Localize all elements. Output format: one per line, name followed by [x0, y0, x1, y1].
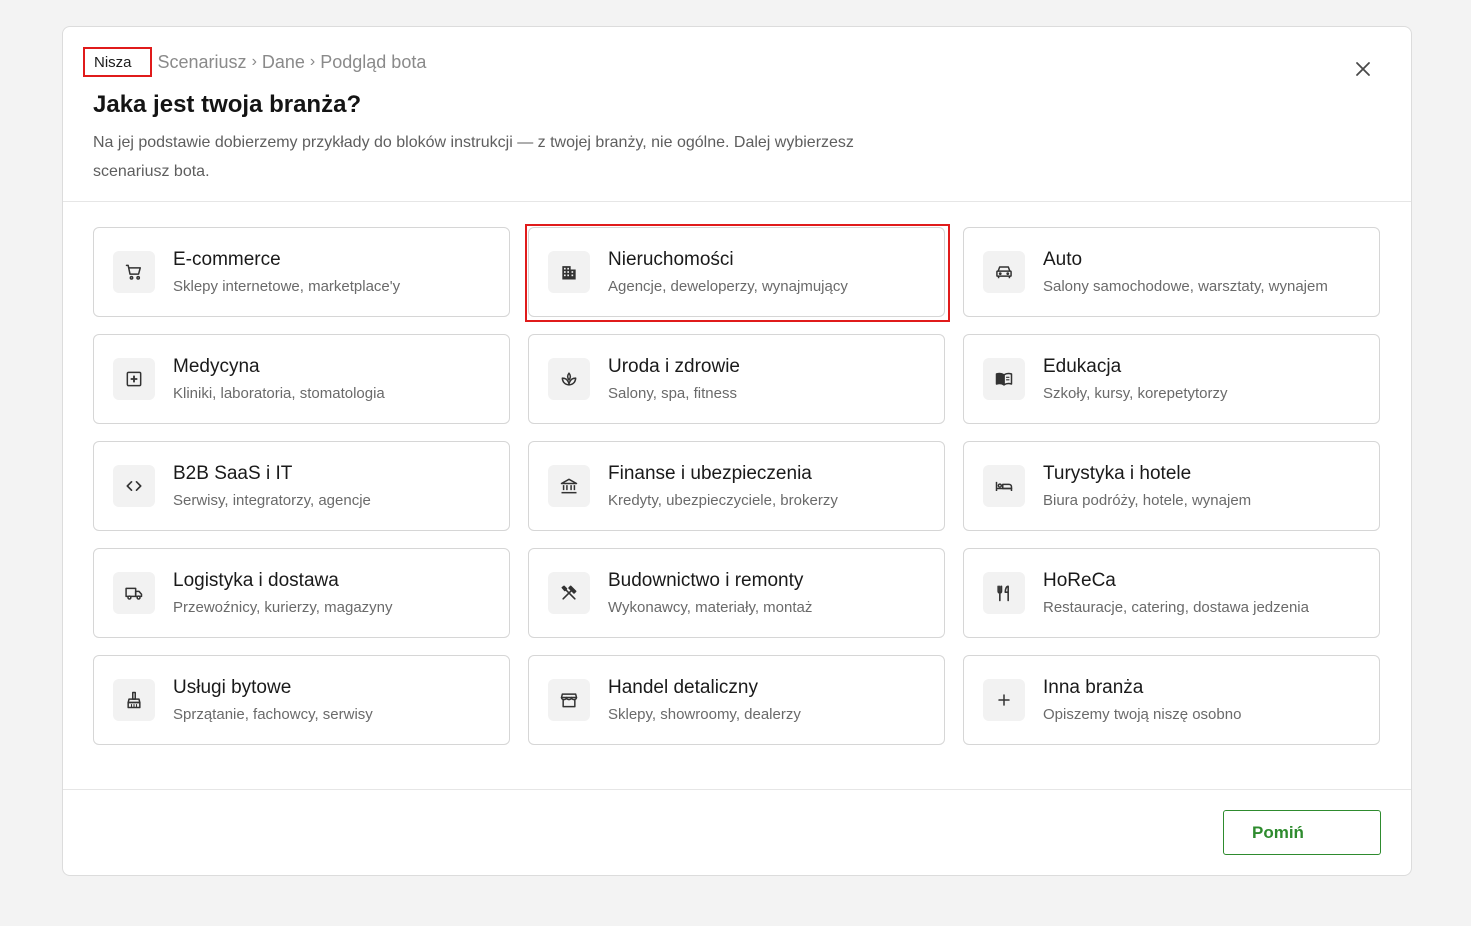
skip-button[interactable]: Pomiń — [1223, 810, 1381, 855]
industry-title: Medycyna — [173, 355, 260, 377]
industry-card-ecommerce[interactable]: E-commerce Sklepy internetowe, marketpla… — [93, 227, 510, 317]
industry-title: E-commerce — [173, 248, 281, 270]
industry-title: Uroda i zdrowie — [608, 355, 740, 377]
truck-icon — [125, 587, 143, 600]
industry-description: Serwisy, integratorzy, agencje — [173, 491, 371, 509]
industry-card-logistics[interactable]: Logistyka i dostawa Przewoźnicy, kurierz… — [93, 548, 510, 638]
industry-card-education[interactable]: Edukacja Szkoły, kursy, korepetytorzy — [963, 334, 1380, 424]
industry-card-b2b-saas-it[interactable]: B2B SaaS i IT Serwisy, integratorzy, age… — [93, 441, 510, 531]
page-subtitle: Na jej podstawie dobierzemy przykłady do… — [93, 134, 854, 180]
industry-title: Nieruchomości — [608, 248, 734, 270]
industry-card-auto[interactable]: Auto Salony samochodowe, warsztaty, wyna… — [963, 227, 1380, 317]
industry-card-finance-insurance[interactable]: Finanse i ubezpieczenia Kredyty, ubezpie… — [528, 441, 945, 531]
industry-description: Salony, spa, fitness — [608, 384, 737, 402]
industry-description: Biura podróży, hotele, wynajem — [1043, 491, 1252, 509]
industry-card-tourism-hotels[interactable]: Turystyka i hotele Biura podróży, hotele… — [963, 441, 1380, 531]
industry-card-real-estate[interactable]: Nieruchomości Agencje, deweloperzy, wyna… — [525, 224, 950, 322]
industry-title: Budownictwo i remonty — [608, 569, 804, 591]
industry-modal: Nisza Scenariusz › Dane › Podgląd bota J… — [62, 26, 1412, 876]
industry-card-horeca[interactable]: HoReCa Restauracje, catering, dostawa je… — [963, 548, 1380, 638]
industry-title: Logistyka i dostawa — [173, 569, 339, 591]
industry-description: Restauracje, catering, dostawa jedzenia — [1043, 598, 1309, 616]
industry-description: Wykonawcy, materiały, montaż — [608, 598, 813, 616]
tools-icon — [561, 585, 577, 600]
industry-description: Sprzątanie, fachowcy, serwisy — [173, 705, 373, 723]
industry-card-retail[interactable]: Handel detaliczny Sklepy, showroomy, dea… — [528, 655, 945, 745]
page-title: Jaka jest twoja branża? — [93, 91, 362, 118]
industry-description: Szkoły, kursy, korepetytorzy — [1043, 384, 1228, 402]
industry-description: Kliniki, laboratoria, stomatologia — [173, 384, 385, 402]
industry-description: Kredyty, ubezpieczyciele, brokerzy — [608, 491, 838, 509]
close-icon — [1356, 62, 1370, 76]
plus-icon — [998, 694, 1010, 706]
breadcrumb-step-preview: Podgląd bota — [320, 51, 427, 72]
industry-description: Salony samochodowe, warsztaty, wynajem — [1043, 277, 1328, 295]
industry-title: Turystyka i hotele — [1043, 462, 1192, 484]
broom-icon — [127, 691, 141, 709]
breadcrumb-step-data: Dane — [261, 51, 305, 72]
medical-cross-icon — [126, 371, 142, 387]
industry-description: Agencje, deweloperzy, wynajmujący — [608, 277, 848, 295]
bed-icon — [995, 481, 1013, 491]
modal-header: Nisza Scenariusz › Dane › Podgląd bota J… — [63, 27, 1411, 202]
book-icon — [995, 372, 1013, 386]
industry-card-other[interactable]: Inna branża Opiszemy twoją niszę osobno — [963, 655, 1380, 745]
close-button[interactable] — [1351, 57, 1375, 81]
bank-icon — [560, 478, 578, 494]
industry-card-beauty-health[interactable]: Uroda i zdrowie Salony, spa, fitness — [528, 334, 945, 424]
car-icon — [996, 266, 1012, 279]
building-icon — [562, 266, 576, 280]
industry-title: HoReCa — [1043, 569, 1116, 591]
cart-icon — [125, 264, 141, 280]
industry-description: Przewoźnicy, kurierzy, magazyny — [173, 598, 393, 616]
spa-icon — [561, 372, 577, 386]
industry-title: Inna branża — [1043, 676, 1144, 698]
industry-title: Edukacja — [1043, 355, 1122, 377]
industry-grid: E-commerce Sklepy internetowe, marketpla… — [93, 224, 1380, 745]
breadcrumb: Nisza Scenariusz › Dane › Podgląd bota — [83, 47, 426, 77]
code-icon — [126, 481, 142, 491]
breadcrumb-current-step: Nisza — [83, 47, 152, 77]
industry-description: Sklepy, showroomy, dealerzy — [608, 705, 801, 723]
industry-title: Auto — [1043, 248, 1083, 270]
breadcrumb-separator: › — [309, 53, 316, 70]
industry-description: Sklepy internetowe, marketplace'y — [173, 277, 401, 295]
industry-title: Handel detaliczny — [608, 676, 758, 698]
industry-description: Opiszemy twoją niszę osobno — [1043, 705, 1242, 723]
industry-card-household-services[interactable]: Usługi bytowe Sprzątanie, fachowcy, serw… — [93, 655, 510, 745]
industry-title: Finanse i ubezpieczenia — [608, 462, 812, 484]
breadcrumb-step-scenario: Scenariusz — [157, 51, 247, 72]
breadcrumb-separator: › — [251, 53, 257, 70]
industry-title: B2B SaaS i IT — [173, 462, 293, 484]
store-icon — [560, 693, 578, 708]
modal-footer: Pomiń — [63, 789, 1411, 875]
industry-card-construction[interactable]: Budownictwo i remonty Wykonawcy, materia… — [528, 548, 945, 638]
utensils-icon — [997, 585, 1009, 602]
industry-title: Usługi bytowe — [173, 676, 292, 698]
industry-card-medicine[interactable]: Medycyna Kliniki, laboratoria, stomatolo… — [93, 334, 510, 424]
